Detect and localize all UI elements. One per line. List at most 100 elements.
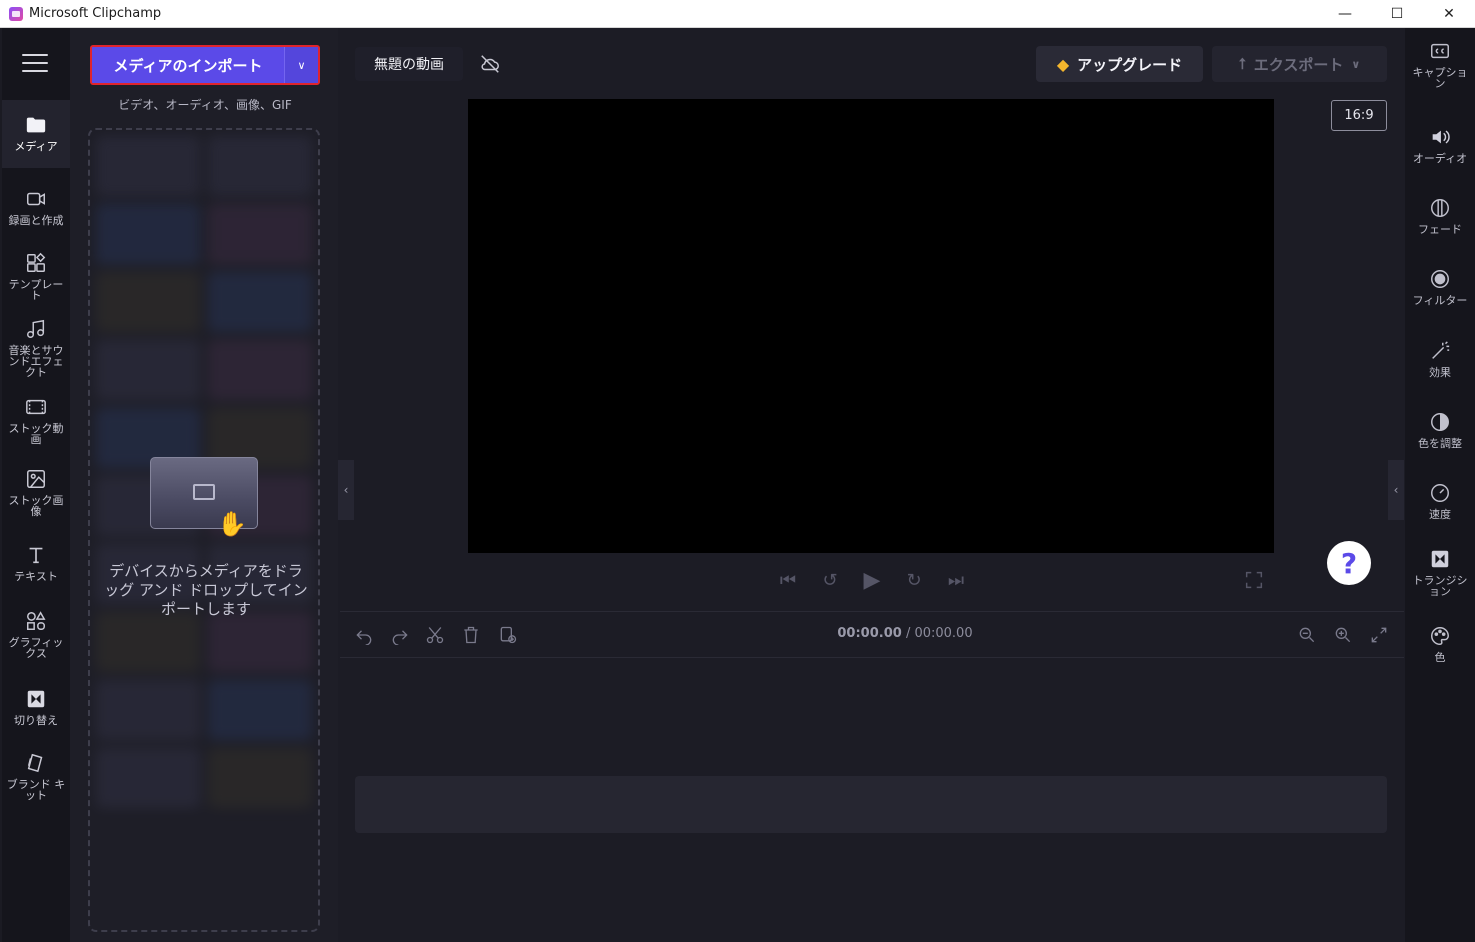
rewind-5s-icon[interactable]: ↺ xyxy=(818,568,842,592)
rail-item-audio[interactable]: オーディオ xyxy=(1405,126,1475,164)
nav-label: ストック動画 xyxy=(8,422,64,446)
import-media-button-group: メディアのインポート ∨ xyxy=(90,45,320,85)
skip-to-start-icon[interactable]: ⏮ xyxy=(776,568,800,592)
timecode: 00:00.00 / 00:00.00 xyxy=(805,626,1005,641)
export-label: エクスポート xyxy=(1253,55,1344,74)
rail-label: フェード xyxy=(1418,223,1462,236)
hamburger-menu-icon[interactable] xyxy=(22,54,48,74)
rail-label: 速度 xyxy=(1429,508,1451,521)
camera-icon xyxy=(27,192,45,206)
collapse-left-panel-handle[interactable]: ‹ xyxy=(338,460,354,520)
nav-item-stock-video[interactable]: ストック動画 xyxy=(2,396,70,445)
rail-item-effects[interactable]: 効果 xyxy=(1405,340,1475,378)
window-controls: — ☐ ✕ xyxy=(1319,0,1475,28)
rail-item-captions[interactable]: キャプション xyxy=(1405,40,1475,89)
import-supported-types: ビデオ、オーディオ、画像、GIF xyxy=(118,98,292,112)
brand-kit-icon xyxy=(27,753,43,773)
export-button[interactable]: ⭡ エクスポート ∨ xyxy=(1212,46,1387,82)
filter-icon xyxy=(1431,270,1449,288)
zoom-out-icon[interactable] xyxy=(1297,625,1317,645)
text-icon xyxy=(29,547,43,564)
upgrade-button[interactable]: ◆ アップグレード xyxy=(1036,46,1203,82)
rail-item-color[interactable]: 色 xyxy=(1405,625,1475,663)
play-icon[interactable]: ▶ xyxy=(860,568,884,593)
clipchamp-logo-icon xyxy=(9,6,23,21)
trash-icon[interactable] xyxy=(461,625,481,645)
nav-label: 録画と作成 xyxy=(8,214,64,227)
fade-icon xyxy=(1431,199,1449,217)
nav-item-text[interactable]: テキスト xyxy=(2,544,70,582)
add-to-timeline-icon[interactable] xyxy=(498,625,518,645)
transition-icon xyxy=(27,690,45,708)
rail-label: 色 xyxy=(1434,651,1446,664)
nav-item-brand-kit[interactable]: ブランド キット xyxy=(2,752,70,801)
music-icon xyxy=(27,319,45,338)
diamond-icon: ◆ xyxy=(1056,54,1070,74)
nav-label: テキスト xyxy=(14,570,58,583)
nav-item-media[interactable]: メディア xyxy=(2,100,70,168)
undo-icon[interactable] xyxy=(354,625,374,645)
transition-icon xyxy=(1431,550,1449,568)
chevron-down-icon[interactable]: ∨ xyxy=(284,47,318,83)
project-title[interactable]: 無題の動画 xyxy=(355,47,463,81)
timecode-total: / 00:00.00 xyxy=(905,626,973,641)
rail-item-filters[interactable]: フィルター xyxy=(1405,268,1475,306)
timeline-toolbar: 00:00.00 / 00:00.00 xyxy=(340,612,1404,658)
cloud-off-icon xyxy=(481,55,499,73)
media-panel: メディアのインポート ∨ ビデオ、オーディオ、画像、GIF ✋ デバイスからメデ… xyxy=(70,28,338,942)
zoom-in-icon[interactable] xyxy=(1333,625,1353,645)
rail-label: 色を調整 xyxy=(1418,437,1462,450)
redo-icon[interactable] xyxy=(390,625,410,645)
captions-icon xyxy=(1431,43,1449,59)
rail-label: 効果 xyxy=(1429,366,1451,379)
rail-label: オーディオ xyxy=(1412,152,1468,165)
collapse-right-panel-handle[interactable]: ‹ xyxy=(1388,460,1404,520)
nav-item-templates[interactable]: テンプレート xyxy=(2,252,70,301)
player-controls: ⏮ ↺ ▶ ↻ ⏭ xyxy=(776,566,986,594)
chevron-down-icon: ∨ xyxy=(1351,57,1361,71)
rail-item-fade[interactable]: フェード xyxy=(1405,197,1475,235)
nav-item-music[interactable]: 音楽とサウンドエフェクト xyxy=(2,318,70,378)
contrast-icon xyxy=(1431,413,1449,431)
fullscreen-icon[interactable] xyxy=(1243,569,1265,591)
timeline-empty-track[interactable] xyxy=(355,776,1387,833)
close-button[interactable]: ✕ xyxy=(1423,0,1475,28)
rail-label: キャプション xyxy=(1412,66,1468,90)
fit-timeline-icon[interactable] xyxy=(1369,625,1389,645)
rail-item-speed[interactable]: 速度 xyxy=(1405,482,1475,520)
nav-label: ブランド キット xyxy=(6,778,66,802)
speedometer-icon xyxy=(1431,484,1449,502)
rail-item-color-adjust[interactable]: 色を調整 xyxy=(1405,411,1475,449)
palette-icon xyxy=(1431,627,1449,645)
skip-to-end-icon[interactable]: ⏭ xyxy=(944,568,968,592)
upgrade-label: アップグレード xyxy=(1077,55,1183,74)
forward-5s-icon[interactable]: ↻ xyxy=(902,568,926,592)
import-media-button[interactable]: メディアのインポート xyxy=(92,47,284,83)
nav-item-stock-image[interactable]: ストック画像 xyxy=(2,468,70,517)
minimize-button[interactable]: — xyxy=(1319,0,1371,28)
nav-label: グラフィックス xyxy=(8,636,64,660)
speaker-icon xyxy=(1432,130,1450,144)
help-button[interactable]: ? xyxy=(1327,541,1371,585)
nav-label: メディア xyxy=(14,140,58,153)
nav-item-record[interactable]: 録画と作成 xyxy=(2,188,70,226)
window-title: Microsoft Clipchamp xyxy=(29,6,162,21)
nav-label: 切り替え xyxy=(14,714,58,727)
scissors-icon[interactable] xyxy=(425,625,445,645)
magic-wand-icon xyxy=(1432,341,1450,359)
drag-drop-illustration: ✋ xyxy=(150,457,258,538)
maximize-button[interactable]: ☐ xyxy=(1371,0,1423,28)
nav-item-graphics[interactable]: グラフィックス xyxy=(2,610,70,659)
nav-label: 音楽とサウンドエフェクト xyxy=(8,344,64,379)
nav-label: テンプレート xyxy=(8,278,64,302)
image-icon xyxy=(27,470,45,488)
media-dropzone[interactable]: ✋ デバイスからメディアをドラッグ アンド ドロップしてインポートします xyxy=(88,128,320,932)
rail-item-transition[interactable]: トランジション xyxy=(1405,548,1475,597)
nav-item-transitions[interactable]: 切り替え xyxy=(2,688,70,726)
shapes-icon xyxy=(27,611,46,630)
timecode-current: 00:00.00 xyxy=(837,626,902,641)
aspect-ratio-button[interactable]: 16:9 xyxy=(1331,100,1387,131)
templates-icon xyxy=(27,252,46,272)
right-properties-rail: キャプション オーディオ フェード フィルター 効果 色を調整 速度 トランジシ… xyxy=(1405,28,1475,942)
dropzone-instructions: デバイスからメディアをドラッグ アンド ドロップしてインポートします xyxy=(104,562,308,618)
